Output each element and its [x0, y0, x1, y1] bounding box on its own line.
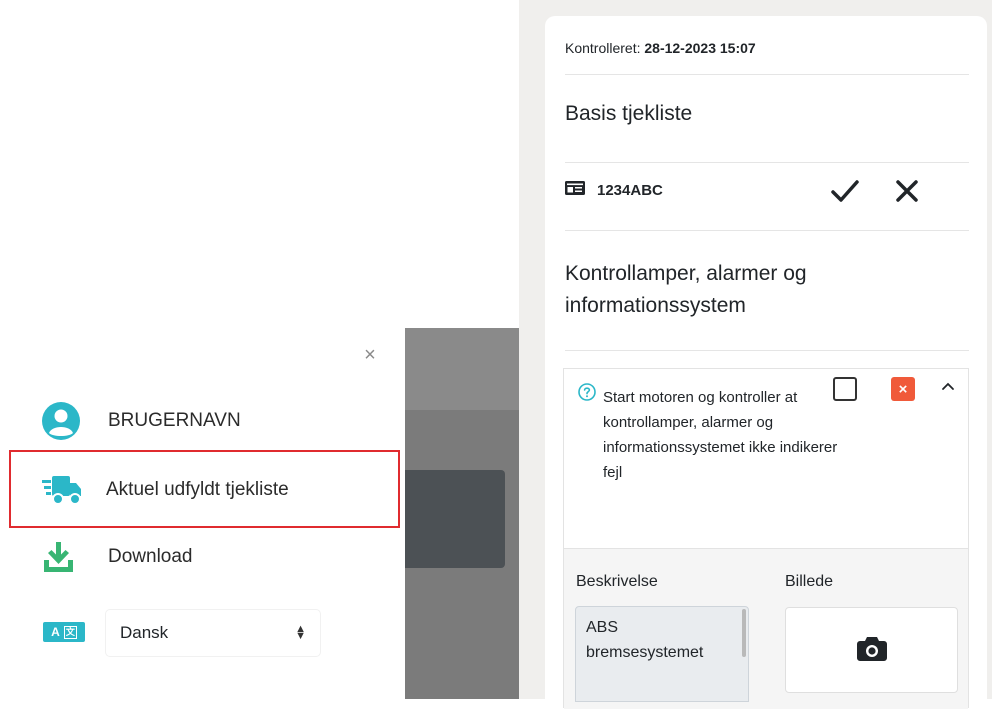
- username-label: BRUGERNAVN: [108, 410, 241, 431]
- id-card-icon: [565, 180, 585, 201]
- language-icon: A 文: [43, 622, 85, 642]
- basis-checklist-title: Basis tjekliste: [565, 102, 693, 125]
- description-label: Beskrivelse: [576, 573, 658, 590]
- license-plate: 1234ABC: [597, 182, 663, 199]
- truck-icon: [42, 474, 92, 506]
- divider: [565, 230, 969, 231]
- description-textarea[interactable]: ABS bremsesystemet: [575, 606, 749, 702]
- current-checklist-label: Aktuel udfyldt tjekliste: [106, 479, 289, 500]
- controlled-info: Kontrolleret: 28-12-2023 15:07: [565, 40, 756, 56]
- divider: [565, 74, 969, 75]
- menu-item-user[interactable]: BRUGERNAVN: [42, 402, 241, 440]
- approve-check-icon[interactable]: [830, 178, 860, 209]
- backdrop-card: [405, 470, 505, 568]
- language-icon-cjk: 文: [63, 625, 77, 639]
- reject-x-icon[interactable]: [895, 178, 919, 209]
- description-text: ABS bremsesystemet: [586, 619, 704, 661]
- controlled-label: Kontrolleret:: [565, 40, 645, 56]
- user-avatar-icon: [42, 402, 92, 440]
- divider: [565, 162, 969, 163]
- controlled-datetime: 28-12-2023 15:07: [644, 40, 756, 56]
- take-photo-button[interactable]: [785, 607, 958, 693]
- language-select[interactable]: Dansk ▲ ▼: [106, 610, 320, 656]
- backdrop-header: [405, 328, 519, 410]
- language-icon-latin: A: [51, 625, 60, 639]
- sort-arrows-icon: ▲ ▼: [295, 623, 306, 642]
- image-label: Billede: [785, 573, 834, 590]
- textarea-scrollbar[interactable]: [742, 609, 746, 657]
- close-icon[interactable]: ×: [360, 345, 380, 365]
- section-title: Kontrollamper, alarmer og informationssy…: [565, 262, 807, 317]
- camera-icon: [856, 635, 887, 666]
- divider: [565, 350, 969, 351]
- question-text: Start motoren og kontroller at kontrolla…: [603, 389, 838, 481]
- menu-item-current-checklist[interactable]: Aktuel udfyldt tjekliste: [42, 474, 289, 506]
- question-fail-button[interactable]: ×: [891, 377, 915, 401]
- help-icon[interactable]: [578, 383, 596, 406]
- download-label: Download: [108, 546, 193, 567]
- question-ok-checkbox[interactable]: [833, 377, 857, 401]
- chevron-up-icon[interactable]: [940, 378, 956, 399]
- download-icon: [42, 540, 92, 574]
- language-select-value: Dansk: [120, 623, 169, 642]
- menu-item-download[interactable]: Download: [42, 540, 193, 574]
